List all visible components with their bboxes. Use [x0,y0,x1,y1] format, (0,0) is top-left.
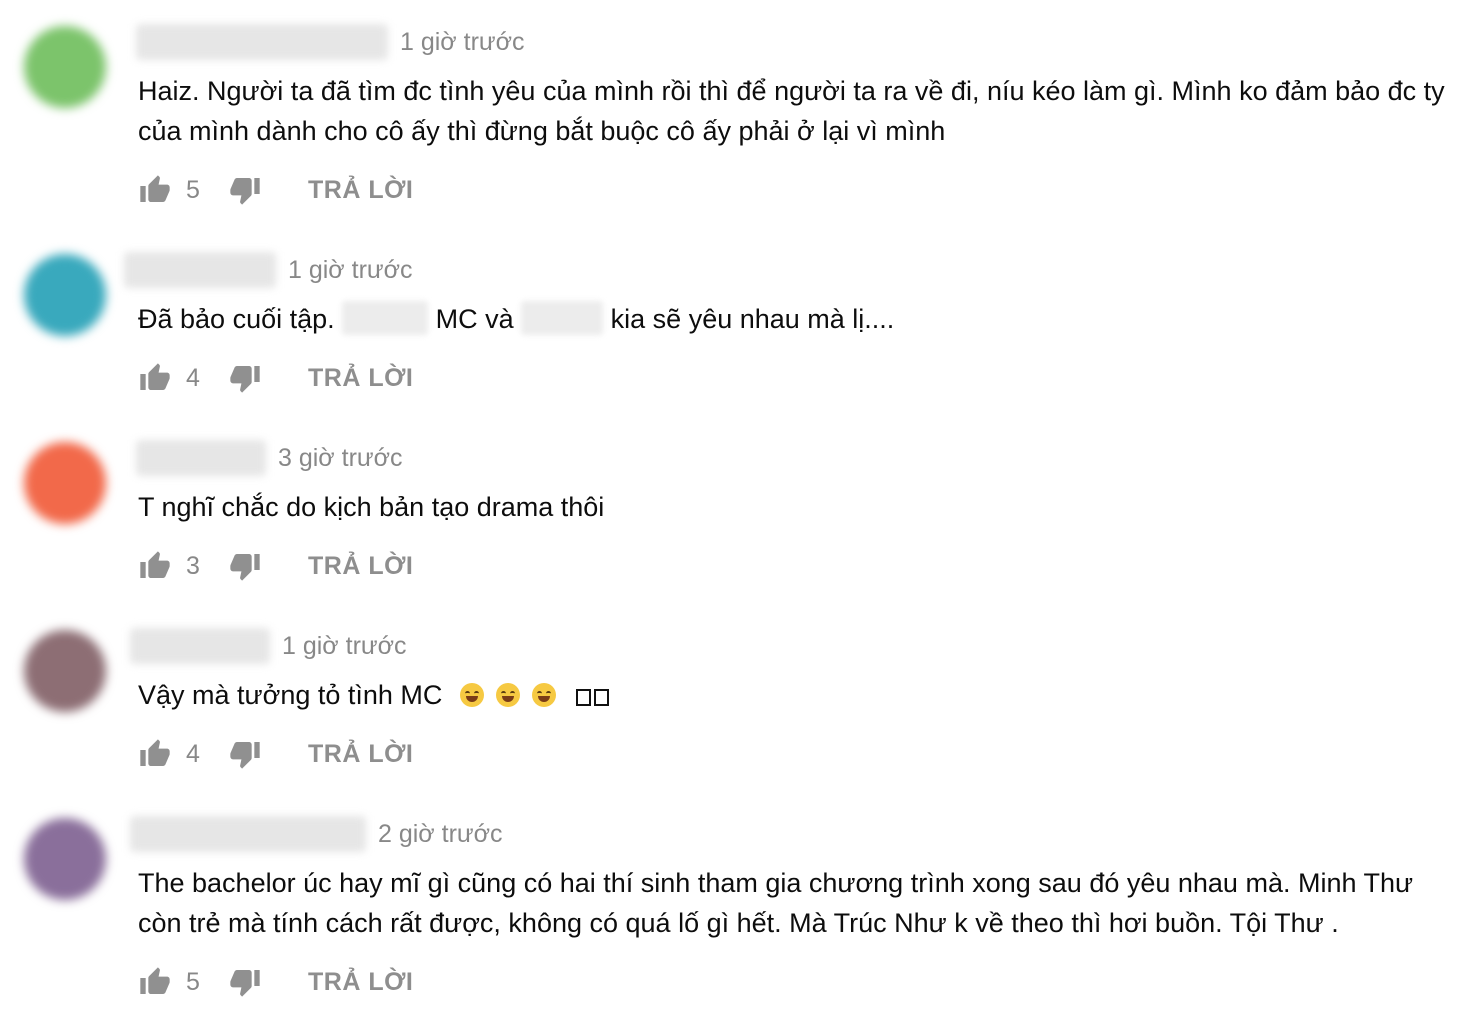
comment-actions: 3 TRẢ LỜI [138,546,413,586]
thumbs-up-icon [139,174,171,206]
like-button[interactable] [138,549,172,583]
comment-text: T nghĩ chắc do kịch bản tạo drama thôi [138,492,605,522]
comment-actions: 4 TRẢ LỜI [138,734,413,774]
face-with-tears-of-joy-icon [531,683,556,707]
avatar[interactable] [24,630,106,712]
comment-text: Đã bảo cuối tập. MC và kia sẽ yêu nhau m… [138,299,1448,339]
thumbs-up-icon [139,966,171,998]
like-count: 3 [186,551,200,580]
comment-text: Haiz. Người ta đã tìm đc tình yêu của mì… [138,76,1445,146]
dislike-button[interactable] [228,549,262,583]
thumbs-up-icon [139,550,171,582]
thumbs-down-icon [229,550,261,582]
like-count: 5 [186,175,200,204]
author-name-blurred[interactable] [130,628,270,664]
author-name-blurred[interactable] [130,816,366,852]
like-count: 4 [186,739,200,768]
comment-time[interactable]: 1 giờ trước [288,256,413,285]
avatar[interactable] [24,818,106,900]
reply-button[interactable]: TRẢ LỜI [308,968,413,997]
thumbs-up-icon [139,362,171,394]
comment-text-part: Vậy mà tưởng tỏ tình MC [138,680,443,710]
author-name-blurred[interactable] [124,252,276,288]
like-button[interactable] [138,965,172,999]
like-button[interactable] [138,737,172,771]
reply-button[interactable]: TRẢ LỜI [308,364,413,393]
like-button[interactable] [138,173,172,207]
comment-text-part: Đã bảo cuối tập. [138,304,343,334]
blurred-name [342,301,429,335]
thumbs-down-icon [229,738,261,770]
comment-text-part: MC và [428,304,522,334]
comment-text: The bachelor úc hay mĩ gì cũng có hai th… [138,868,1414,938]
author-name-blurred[interactable] [136,440,266,476]
comment-time[interactable]: 1 giờ trước [282,632,407,661]
comment-time[interactable]: 1 giờ trước [400,28,525,57]
reply-button[interactable]: TRẢ LỜI [308,176,413,205]
thumbs-down-icon [229,362,261,394]
comment-time[interactable]: 2 giờ trước [378,820,503,849]
avatar[interactable] [24,442,106,524]
face-with-tears-of-joy-icon [495,683,520,707]
reply-button[interactable]: TRẢ LỜI [308,740,413,769]
like-count: 4 [186,363,200,392]
missing-glyph-icon [575,677,612,717]
thumbs-down-icon [229,174,261,206]
author-name-blurred[interactable] [136,24,388,60]
face-with-tears-of-joy-icon [459,683,484,707]
comment-actions: 5 TRẢ LỜI [138,170,413,210]
blurred-name [521,301,604,335]
dislike-button[interactable] [228,173,262,207]
comment-text: Vậy mà tưởng tỏ tình MC [138,675,1448,717]
comment-actions: 5 TRẢ LỜI [138,962,413,1002]
like-button[interactable] [138,361,172,395]
avatar[interactable] [24,26,106,108]
dislike-button[interactable] [228,737,262,771]
thumbs-down-icon [229,966,261,998]
dislike-button[interactable] [228,361,262,395]
comment-text-part: kia sẽ yêu nhau mà lị.... [603,304,895,334]
thumbs-up-icon [139,738,171,770]
dislike-button[interactable] [228,965,262,999]
avatar[interactable] [24,254,106,336]
like-count: 5 [186,967,200,996]
comment-time[interactable]: 3 giờ trước [278,444,403,473]
reply-button[interactable]: TRẢ LỜI [308,552,413,581]
comment-actions: 4 TRẢ LỜI [138,358,413,398]
